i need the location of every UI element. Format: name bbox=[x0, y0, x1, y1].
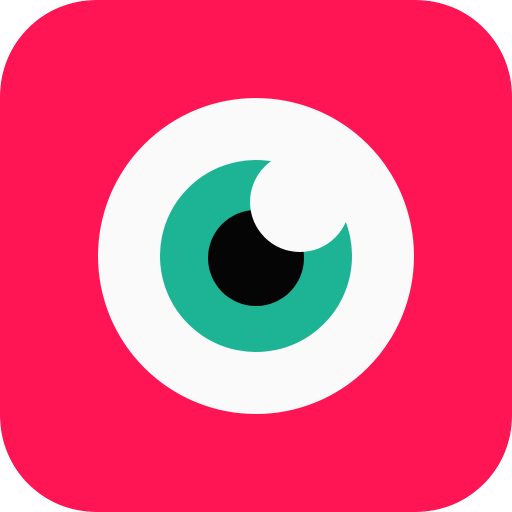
app-icon[interactable] bbox=[0, 0, 512, 512]
eye-logo bbox=[0, 0, 512, 512]
eye-highlight bbox=[250, 152, 350, 252]
